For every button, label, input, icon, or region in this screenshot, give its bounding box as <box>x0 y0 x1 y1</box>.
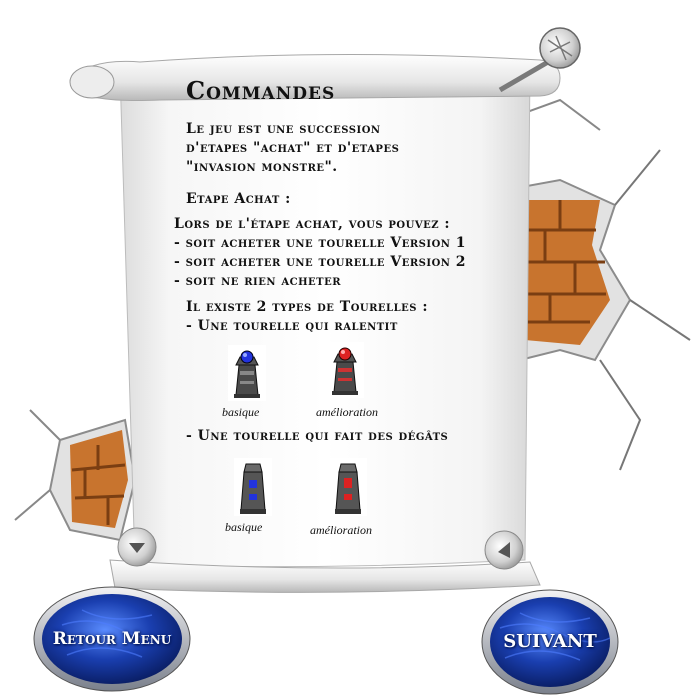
intro-line: "invasion monstre". <box>186 159 338 175</box>
red-orb-tower-icon <box>326 342 364 398</box>
back-button-label[interactable]: Retour Menu <box>32 629 192 649</box>
intro-text: Le jeu est une succession d'etapes "acha… <box>186 120 399 177</box>
scroll-next-arrow-icon[interactable] <box>482 528 526 572</box>
wall-crack-right <box>503 98 691 471</box>
intro-line: d'etapes "achat" et d'etapes <box>186 140 400 156</box>
page-title: Commandes <box>186 76 336 105</box>
achat-line: - soit acheter une tourelle Version 2 <box>174 254 467 270</box>
slow-tower-heading: - Une tourelle qui ralentit <box>186 318 398 334</box>
damage-tower-heading: - Une tourelle qui fait des dégâts <box>186 428 449 444</box>
damage-basic-label: basique <box>225 520 263 534</box>
scroll-down-arrow-icon[interactable] <box>115 525 159 569</box>
blue-cannon-tower-icon <box>234 458 272 516</box>
red-cannon-tower-icon <box>329 458 367 516</box>
achat-options: Lors de l'étape achat, vous pouvez : - s… <box>174 215 466 291</box>
game-screen: Commandes Le jeu est une succession d'et… <box>0 0 700 700</box>
slow-upgrade-label: amélioration <box>316 405 378 419</box>
achat-line: - soit ne rien acheter <box>174 273 342 289</box>
wall-crack-left <box>14 409 137 542</box>
section-heading-types: Il existe 2 types de Tourelles : <box>186 299 429 315</box>
achat-line: - soit acheter une tourelle Version 1 <box>174 235 467 251</box>
next-button-label[interactable]: SUIVANT <box>480 631 620 652</box>
intro-line: Le jeu est une succession <box>186 121 381 137</box>
damage-upgrade-label: amélioration <box>310 523 372 537</box>
achat-line: Lors de l'étape achat, vous pouvez : <box>174 216 451 232</box>
section-heading-achat: Etape Achat : <box>186 191 291 207</box>
next-button[interactable]: SUIVANT <box>480 588 620 696</box>
back-to-menu-button[interactable]: Retour Menu <box>32 585 192 693</box>
slow-basic-label: basique <box>222 405 260 419</box>
blue-orb-tower-icon <box>228 345 266 401</box>
